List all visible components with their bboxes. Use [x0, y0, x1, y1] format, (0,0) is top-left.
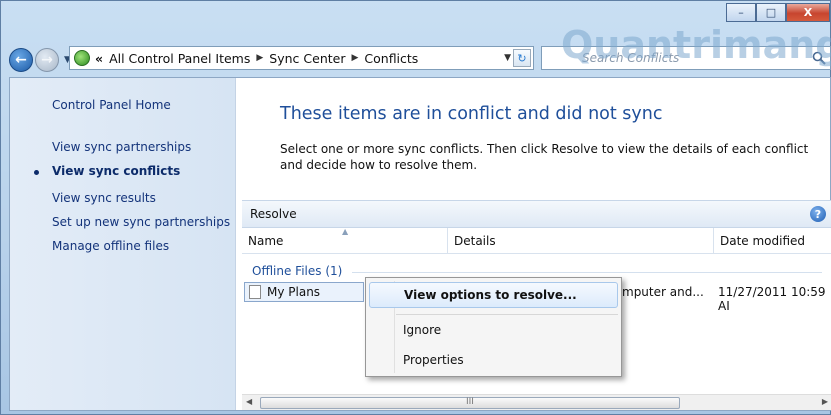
- address-bar[interactable]: « All Control Panel Items ▶ Sync Center …: [69, 46, 534, 70]
- page-title: These items are in conflict and did not …: [280, 104, 663, 124]
- row-name-cell[interactable]: My Plans: [244, 282, 364, 302]
- current-page-bullet-icon: [34, 170, 39, 175]
- sidebar-item-view-sync-conflicts[interactable]: View sync conflicts: [52, 164, 180, 178]
- menu-item-properties[interactable]: Properties: [369, 347, 618, 373]
- group-divider: [352, 272, 822, 273]
- column-header-date-modified[interactable]: Date modified: [714, 228, 831, 254]
- sync-center-icon: [74, 50, 90, 66]
- column-header-name-label: Name: [248, 234, 284, 248]
- breadcrumb-sync-center[interactable]: Sync Center: [269, 51, 345, 66]
- row-date-modified: 11/27/2011 10:59 AI: [718, 285, 826, 313]
- title-bar: – □ X: [1, 1, 831, 41]
- scroll-right-icon[interactable]: ▶: [822, 397, 828, 406]
- sidebar-item-view-sync-partnerships[interactable]: View sync partnerships: [52, 140, 191, 154]
- horizontal-scrollbar[interactable]: ◀ III ▶: [242, 394, 831, 410]
- command-bar: Resolve ?: [242, 200, 831, 228]
- search-icon[interactable]: [812, 51, 826, 65]
- navigation-bar: ← → ▼ « All Control Panel Items ▶ Sync C…: [9, 45, 831, 75]
- column-header-details[interactable]: Details: [448, 228, 714, 254]
- context-menu: View options to resolve... Ignore Proper…: [365, 277, 622, 377]
- column-header-name[interactable]: ▲ Name: [242, 227, 448, 254]
- forward-arrow-icon[interactable]: →: [35, 48, 59, 72]
- sidebar-item-control-panel-home[interactable]: Control Panel Home: [52, 98, 171, 112]
- sidebar-item-setup-sync-partnerships[interactable]: Set up new sync partnerships: [52, 215, 230, 229]
- menu-separator: [396, 314, 618, 315]
- file-icon: [249, 285, 261, 299]
- refresh-icon[interactable]: ↻: [513, 49, 531, 67]
- close-button[interactable]: X: [786, 3, 830, 22]
- row-name: My Plans: [267, 285, 321, 299]
- breadcrumb-overflow[interactable]: «: [95, 51, 103, 66]
- sidebar-item-manage-offline-files[interactable]: Manage offline files: [52, 239, 169, 253]
- help-icon[interactable]: ?: [810, 206, 826, 222]
- page-description: Select one or more sync conflicts. Then …: [280, 142, 809, 172]
- scroll-thumb[interactable]: III: [260, 397, 680, 409]
- breadcrumb-conflicts[interactable]: Conflicts: [364, 51, 418, 66]
- sync-center-window: – □ X ← → ▼ « All Control Panel Items ▶ …: [0, 0, 831, 415]
- breadcrumb-separator-icon[interactable]: ▶: [256, 53, 263, 63]
- scroll-left-icon[interactable]: ◀: [246, 397, 252, 406]
- menu-item-ignore[interactable]: Ignore: [369, 317, 618, 343]
- row-details: mputer and...: [622, 285, 704, 299]
- sort-ascending-icon: ▲: [342, 227, 349, 236]
- resolve-button[interactable]: Resolve: [250, 207, 297, 221]
- group-header-offline-files[interactable]: Offline Files (1): [252, 264, 342, 278]
- search-input[interactable]: Search Conflicts: [541, 46, 831, 70]
- back-arrow-icon[interactable]: ←: [9, 48, 33, 72]
- breadcrumb-control-panel[interactable]: All Control Panel Items: [109, 51, 250, 66]
- breadcrumb-separator-icon[interactable]: ▶: [351, 53, 358, 63]
- address-dropdown-icon[interactable]: ▼: [504, 53, 511, 63]
- sidebar-item-view-sync-results[interactable]: View sync results: [52, 191, 156, 205]
- window-controls: – □ X: [726, 3, 830, 22]
- menu-item-view-options-to-resolve[interactable]: View options to resolve...: [369, 282, 618, 308]
- scroll-grip: III: [466, 397, 474, 407]
- task-pane: Control Panel Home View sync partnership…: [10, 78, 236, 410]
- maximize-button[interactable]: □: [756, 3, 786, 22]
- minimize-button[interactable]: –: [726, 3, 756, 22]
- search-placeholder: Search Conflicts: [582, 51, 680, 65]
